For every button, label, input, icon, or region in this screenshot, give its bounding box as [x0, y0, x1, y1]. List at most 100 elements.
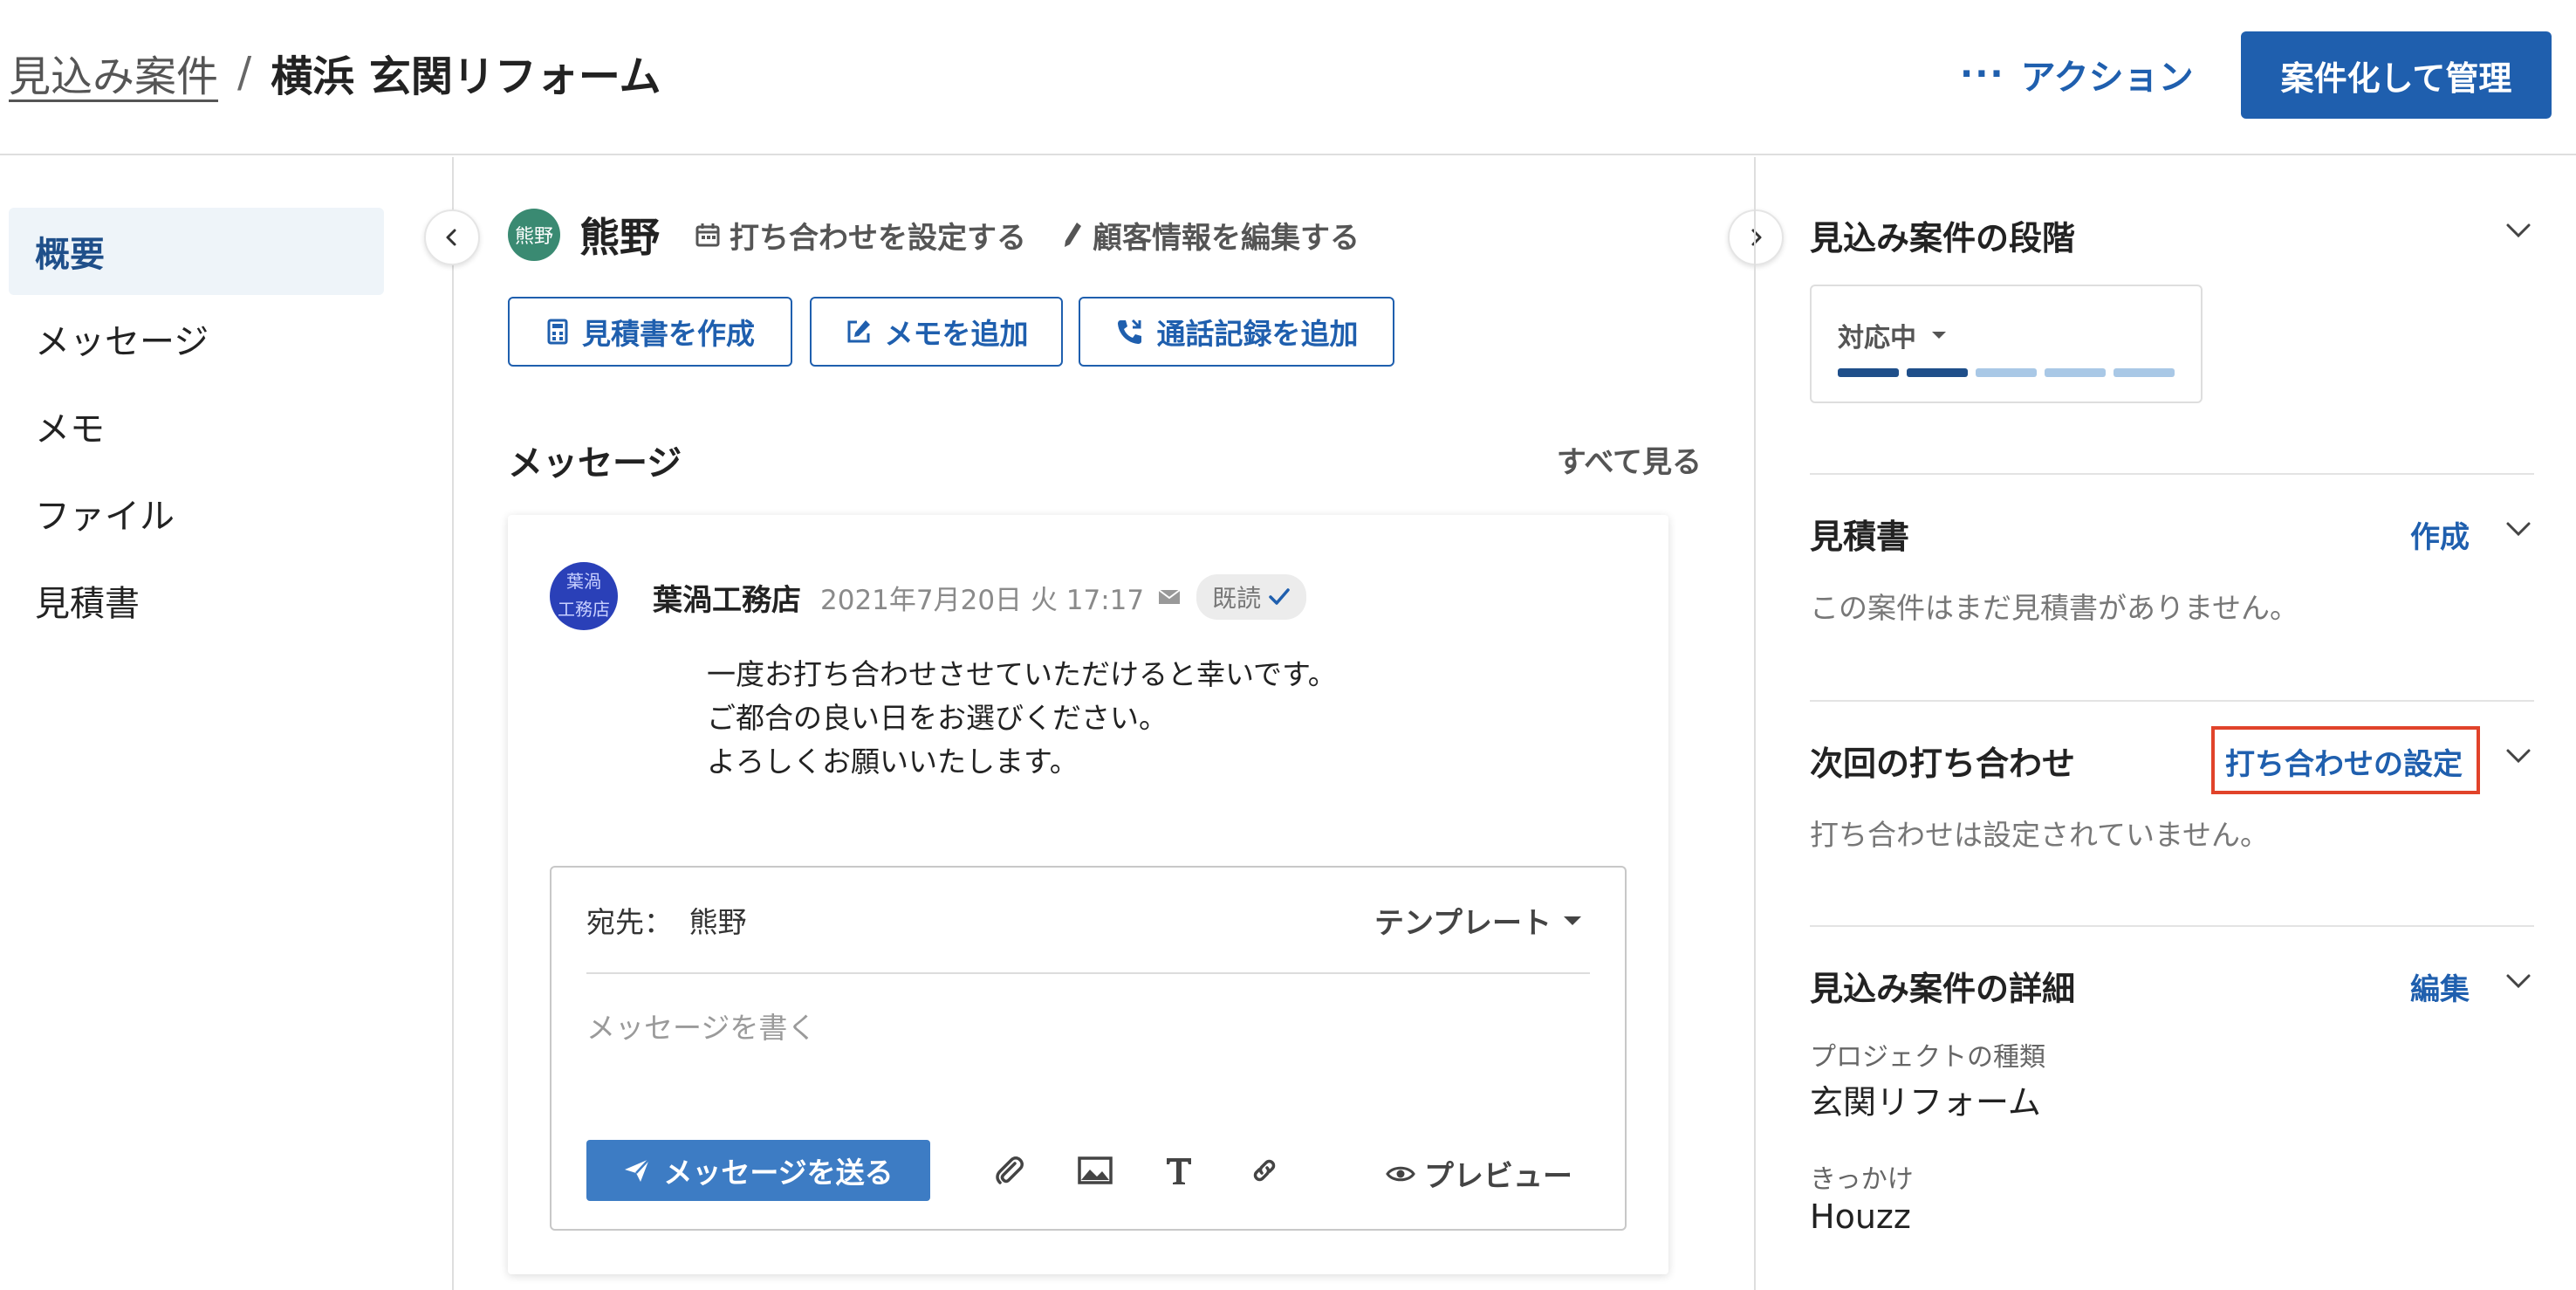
- main-content: 熊野 熊野 打ち合わせを設定する 顧客情報を編集する 見積書を作成 メモを追加 …: [456, 157, 1756, 1290]
- message-line: よろしくお願いいたします。: [707, 744, 1079, 779]
- left-sidebar: 概要 メッセージ メモ ファイル 見積書: [0, 157, 454, 1290]
- create-quote-button[interactable]: 見積書を作成: [508, 297, 792, 367]
- breadcrumb: 見込み案件 / 横浜 玄関リフォーム: [9, 42, 661, 103]
- text-format-button[interactable]: [1155, 1147, 1202, 1194]
- caret-down-icon: [1564, 916, 1581, 925]
- calculator-icon: [547, 319, 568, 345]
- chevron-down-icon: [2506, 522, 2531, 537]
- details-section-title: 見込み案件の詳細: [1810, 970, 2076, 1008]
- edit-customer-label: 顧客情報を編集する: [1093, 220, 1360, 256]
- message-meta: 葉渦工務店 2021年7月20日 火 17:17 既読: [653, 574, 1307, 620]
- sidebar-item-files[interactable]: ファイル: [9, 470, 384, 557]
- message-card: 葉渦 工務店 葉渦工務店 2021年7月20日 火 17:17 既読 一度お打ち…: [508, 515, 1668, 1274]
- quotes-collapse-toggle[interactable]: [2503, 513, 2534, 545]
- recipient-row: 宛先： 熊野: [586, 899, 747, 941]
- image-icon: [1078, 1156, 1113, 1184]
- section-divider: [1810, 700, 2534, 702]
- message-timestamp: 2021年7月20日 火 17:17: [820, 584, 1145, 616]
- stage-selector[interactable]: 対応中: [1810, 285, 2203, 403]
- right-panel: 見込み案件の段階 対応中 見積書 作成 この案件はまだ見積書がありません。 次回…: [1757, 157, 2576, 1290]
- schedule-meeting-link[interactable]: 打ち合わせを設定する: [695, 214, 1026, 257]
- insert-link-button[interactable]: [1241, 1147, 1288, 1194]
- page-title: 横浜 玄関リフォーム: [271, 52, 661, 101]
- action-menu-label: アクション: [2020, 58, 2194, 98]
- recipient-label: 宛先：: [586, 905, 673, 939]
- envelope-icon: [1158, 589, 1181, 604]
- page-header: 見込み案件 / 横浜 玄関リフォーム ··· アクション 案件化して管理: [0, 0, 2576, 155]
- stage-dropdown[interactable]: 対応中: [1838, 316, 1948, 354]
- caret-down-icon: [1932, 332, 1946, 339]
- message-composer: 宛先： 熊野 テンプレート メッセージを送る: [550, 866, 1627, 1231]
- message-body: 一度お打ち合わせさせていただけると幸いです。 ご都合の良い日をお選びください。 …: [707, 653, 1337, 784]
- phone-call-icon: [1117, 319, 1141, 344]
- edit-details-link[interactable]: 編集: [2410, 965, 2470, 1008]
- message-line: ご都合の良い日をお選びください。: [707, 701, 1168, 735]
- send-message-label: メッセージを送る: [663, 1156, 894, 1189]
- chevron-down-icon: [2506, 223, 2531, 238]
- text-format-icon: [1167, 1158, 1191, 1184]
- messages-section-title: メッセージ: [508, 443, 682, 484]
- add-memo-label: メモを追加: [884, 317, 1029, 351]
- stage-collapse-toggle[interactable]: [2503, 215, 2534, 246]
- breadcrumb-separator: /: [237, 48, 252, 97]
- sidebar-item-quotes[interactable]: 見積書: [9, 557, 384, 644]
- paperclip-icon: [996, 1156, 1024, 1184]
- sender-avatar-line-1: 葉渦: [566, 571, 601, 592]
- send-message-button[interactable]: メッセージを送る: [586, 1140, 930, 1201]
- stage-current-label: 対応中: [1838, 323, 1916, 353]
- create-quote-link[interactable]: 作成: [2410, 513, 2470, 556]
- insert-image-button[interactable]: [1072, 1147, 1119, 1194]
- more-dots-icon: ···: [1960, 54, 2005, 94]
- sender-avatar: 葉渦 工務店: [550, 562, 618, 630]
- sender-name: 葉渦工務店: [653, 582, 801, 618]
- meeting-collapse-toggle[interactable]: [2503, 740, 2534, 772]
- project-type-value: 玄関リフォーム: [1810, 1083, 2041, 1122]
- sidebar-item-overview[interactable]: 概要: [9, 208, 384, 295]
- paper-plane-icon: [625, 1158, 651, 1182]
- read-status-label: 既読: [1212, 584, 1262, 613]
- edit-customer-link[interactable]: 顧客情報を編集する: [1061, 214, 1360, 257]
- sidebar-item-memo[interactable]: メモ: [9, 382, 384, 470]
- pencil-icon: [1065, 223, 1081, 247]
- meeting-empty-text: 打ち合わせは設定されていません。: [1810, 818, 2270, 852]
- quotes-section-title: 見積書: [1810, 518, 1910, 556]
- add-memo-button[interactable]: メモを追加: [810, 297, 1063, 367]
- calendar-icon: [695, 223, 720, 247]
- add-call-log-button[interactable]: 通話記録を追加: [1079, 297, 1394, 367]
- template-label: テンプレート: [1374, 906, 1552, 941]
- message-input[interactable]: [586, 997, 1590, 1058]
- chevron-down-icon: [2506, 974, 2531, 989]
- convert-to-project-button[interactable]: 案件化して管理: [2241, 31, 2552, 119]
- link-icon: [1253, 1159, 1276, 1182]
- see-all-messages-link[interactable]: すべて見る: [1557, 438, 1702, 481]
- stage-progress-segment: [2114, 368, 2175, 377]
- quotes-empty-text: この案件はまだ見積書がありません。: [1810, 591, 2299, 625]
- customer-header: 熊野 熊野 打ち合わせを設定する 顧客情報を編集する: [508, 206, 1360, 264]
- stage-section-title: 見込み案件の段階: [1810, 219, 2076, 257]
- edit-note-icon: [847, 320, 870, 343]
- next-meeting-section-title: 次回の打ち合わせ: [1810, 744, 2076, 783]
- sidebar-item-messages[interactable]: メッセージ: [9, 295, 384, 382]
- message-line: 一度お打ち合わせさせていただけると幸いです。: [707, 657, 1337, 691]
- customer-avatar: 熊野: [508, 209, 560, 261]
- source-value: Houzz: [1810, 1197, 1911, 1236]
- section-divider: [1810, 925, 2534, 927]
- sender-avatar-line-2: 工務店: [558, 599, 610, 620]
- recipient-value: 熊野: [689, 905, 747, 939]
- stage-progress-bar: [1838, 368, 2182, 377]
- preview-label: プレビュー: [1424, 1159, 1572, 1194]
- details-collapse-toggle[interactable]: [2503, 965, 2534, 997]
- project-type-label: プロジェクトの種類: [1810, 1042, 2045, 1073]
- stage-progress-segment: [1976, 368, 2037, 377]
- eye-icon: [1386, 1166, 1415, 1181]
- attach-file-button[interactable]: [986, 1147, 1033, 1194]
- action-menu-button[interactable]: ··· アクション: [1960, 49, 2194, 99]
- checkmark-icon: [1269, 588, 1290, 605]
- section-divider: [1810, 473, 2534, 475]
- breadcrumb-leads-link[interactable]: 見込み案件: [9, 42, 218, 103]
- preview-button[interactable]: プレビュー: [1386, 1152, 1572, 1195]
- set-meeting-link[interactable]: 打ち合わせの設定: [2225, 740, 2463, 783]
- chevron-down-icon: [2506, 749, 2531, 764]
- add-call-log-label: 通話記録を追加: [1156, 317, 1359, 351]
- template-dropdown[interactable]: テンプレート: [1374, 899, 1583, 942]
